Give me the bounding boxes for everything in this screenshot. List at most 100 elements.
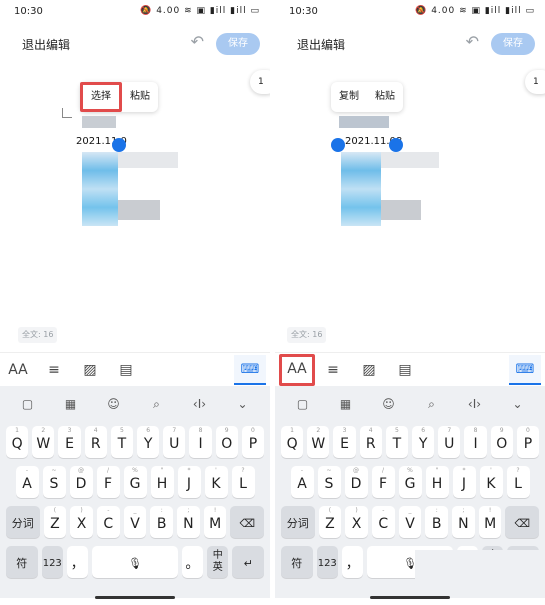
undo-icon[interactable]: ↶ [466, 32, 479, 51]
key-a[interactable]: -A [15, 466, 39, 498]
image-icon[interactable]: ▨ [72, 362, 108, 378]
key-e[interactable]: 3E [333, 426, 356, 458]
select-menu-item[interactable]: 选择 [80, 82, 122, 112]
kb-emoji-icon[interactable]: ☺ [101, 397, 127, 411]
key-b[interactable]: :B [425, 506, 449, 538]
align-icon[interactable]: ≡ [315, 362, 351, 378]
key-t[interactable]: 5T [110, 426, 133, 458]
key-f[interactable]: / F [371, 466, 395, 498]
key-u[interactable]: 7U [438, 426, 461, 458]
paste-menu-item[interactable]: 粘贴 [367, 82, 403, 112]
exit-edit-button[interactable]: 退出编辑 [297, 36, 345, 53]
space-key[interactable]: 🎙 [92, 546, 178, 578]
key-v[interactable]: _ V [123, 506, 147, 538]
fenci-key[interactable]: 分词 [6, 506, 40, 538]
kb-grid-icon[interactable]: ▦ [333, 397, 359, 411]
kb-briefcase-icon[interactable]: ▢ [290, 397, 316, 411]
fenci-key[interactable]: 分词 [281, 506, 315, 538]
key-c[interactable]: -C [96, 506, 120, 538]
text-format-icon[interactable]: AA [279, 353, 315, 386]
numbers-key[interactable]: 123 [316, 546, 338, 578]
key-x[interactable]: ) X [70, 506, 93, 538]
home-indicator[interactable] [95, 596, 175, 599]
undo-icon[interactable]: ↶ [191, 32, 204, 51]
key-n[interactable]: ; N [452, 506, 475, 538]
selection-handle-start[interactable] [331, 138, 345, 152]
editor-area[interactable]: 选择 粘贴 1 2021.11.0 [0, 64, 270, 344]
selection-handle-end[interactable] [389, 138, 403, 152]
key-w[interactable]: 2W [32, 426, 55, 458]
key-o[interactable]: 9O [490, 426, 513, 458]
enter-key[interactable]: ↵ [232, 546, 265, 578]
kb-collapse-icon[interactable]: ⌄ [505, 397, 531, 411]
clipboard-icon[interactable]: ▤ [387, 362, 423, 378]
backspace-key[interactable]: ⌫ [230, 506, 265, 538]
numbers-key[interactable]: 123 [41, 546, 63, 578]
key-n[interactable]: ; N [177, 506, 200, 538]
key-g[interactable]: % G [398, 466, 422, 498]
key-z[interactable]: (Z [43, 506, 67, 538]
key-f[interactable]: / F [96, 466, 120, 498]
key-g[interactable]: % G [123, 466, 147, 498]
key-x[interactable]: ) X [345, 506, 368, 538]
editor-area[interactable]: 复制 粘贴 1 2021.11.08 [275, 64, 545, 344]
comma-key[interactable]: ， [341, 546, 364, 578]
comma-key[interactable]: ， [66, 546, 89, 578]
period-key[interactable]: 。 [181, 546, 204, 578]
clipboard-icon[interactable]: ▤ [108, 362, 144, 378]
kb-briefcase-icon[interactable]: ▢ [15, 397, 41, 411]
kb-collapse-icon[interactable]: ⌄ [230, 397, 256, 411]
key-a[interactable]: -A [290, 466, 314, 498]
home-indicator[interactable] [370, 596, 450, 599]
key-d[interactable]: @ D [344, 466, 368, 498]
keyboard-toggle-icon[interactable]: ⌨ [234, 355, 266, 385]
symbol-key[interactable]: 符 [6, 546, 38, 578]
key-e[interactable]: 3E [58, 426, 81, 458]
key-l[interactable]: ? L [231, 466, 255, 498]
key-l[interactable]: ? L [506, 466, 530, 498]
kb-search-icon[interactable]: ⌕ [144, 397, 170, 412]
key-i[interactable]: 8I [464, 426, 487, 458]
key-p[interactable]: 0P [241, 426, 265, 458]
key-u[interactable]: 7U [163, 426, 186, 458]
key-w[interactable]: 2W [307, 426, 330, 458]
key-s[interactable]: ~ S [317, 466, 341, 498]
key-q[interactable]: 1Q [280, 426, 304, 458]
key-r[interactable]: 4R [359, 426, 382, 458]
key-r[interactable]: 4R [84, 426, 107, 458]
save-button[interactable]: 保存 [216, 33, 260, 55]
kb-cursor-icon[interactable]: ‹I› [462, 397, 488, 411]
key-d[interactable]: @ D [69, 466, 93, 498]
key-m[interactable]: ! M [478, 506, 502, 538]
key-h[interactable]: " H [425, 466, 449, 498]
backspace-key[interactable]: ⌫ [505, 506, 540, 538]
paste-menu-item[interactable]: 粘贴 [122, 82, 158, 112]
key-q[interactable]: 1Q [5, 426, 29, 458]
page-number-chip[interactable]: 1 [525, 70, 545, 94]
text-format-icon[interactable]: AA [0, 362, 36, 378]
kb-cursor-icon[interactable]: ‹I› [187, 397, 213, 411]
key-z[interactable]: (Z [318, 506, 342, 538]
key-k[interactable]: ' K [204, 466, 228, 498]
key-c[interactable]: -C [371, 506, 395, 538]
key-t[interactable]: 5T [385, 426, 408, 458]
key-i[interactable]: 8I [189, 426, 212, 458]
key-s[interactable]: ~ S [42, 466, 66, 498]
symbol-key[interactable]: 符 [281, 546, 313, 578]
selection-handle-end[interactable] [112, 138, 126, 152]
save-button[interactable]: 保存 [491, 33, 535, 55]
kb-emoji-icon[interactable]: ☺ [376, 397, 402, 411]
key-v[interactable]: _ V [398, 506, 422, 538]
lang-switch-key[interactable]: 中英 [207, 546, 229, 578]
key-o[interactable]: 9O [215, 426, 238, 458]
key-m[interactable]: ! M [203, 506, 227, 538]
keyboard-toggle-icon[interactable]: ⌨ [509, 355, 541, 385]
key-y[interactable]: 6Y [137, 426, 160, 458]
kb-grid-icon[interactable]: ▦ [58, 397, 84, 411]
key-p[interactable]: 0P [516, 426, 540, 458]
key-y[interactable]: 6Y [412, 426, 435, 458]
key-j[interactable]: * J [452, 466, 476, 498]
exit-edit-button[interactable]: 退出编辑 [22, 36, 70, 53]
align-icon[interactable]: ≡ [36, 362, 72, 378]
copy-menu-item[interactable]: 复制 [331, 82, 367, 112]
